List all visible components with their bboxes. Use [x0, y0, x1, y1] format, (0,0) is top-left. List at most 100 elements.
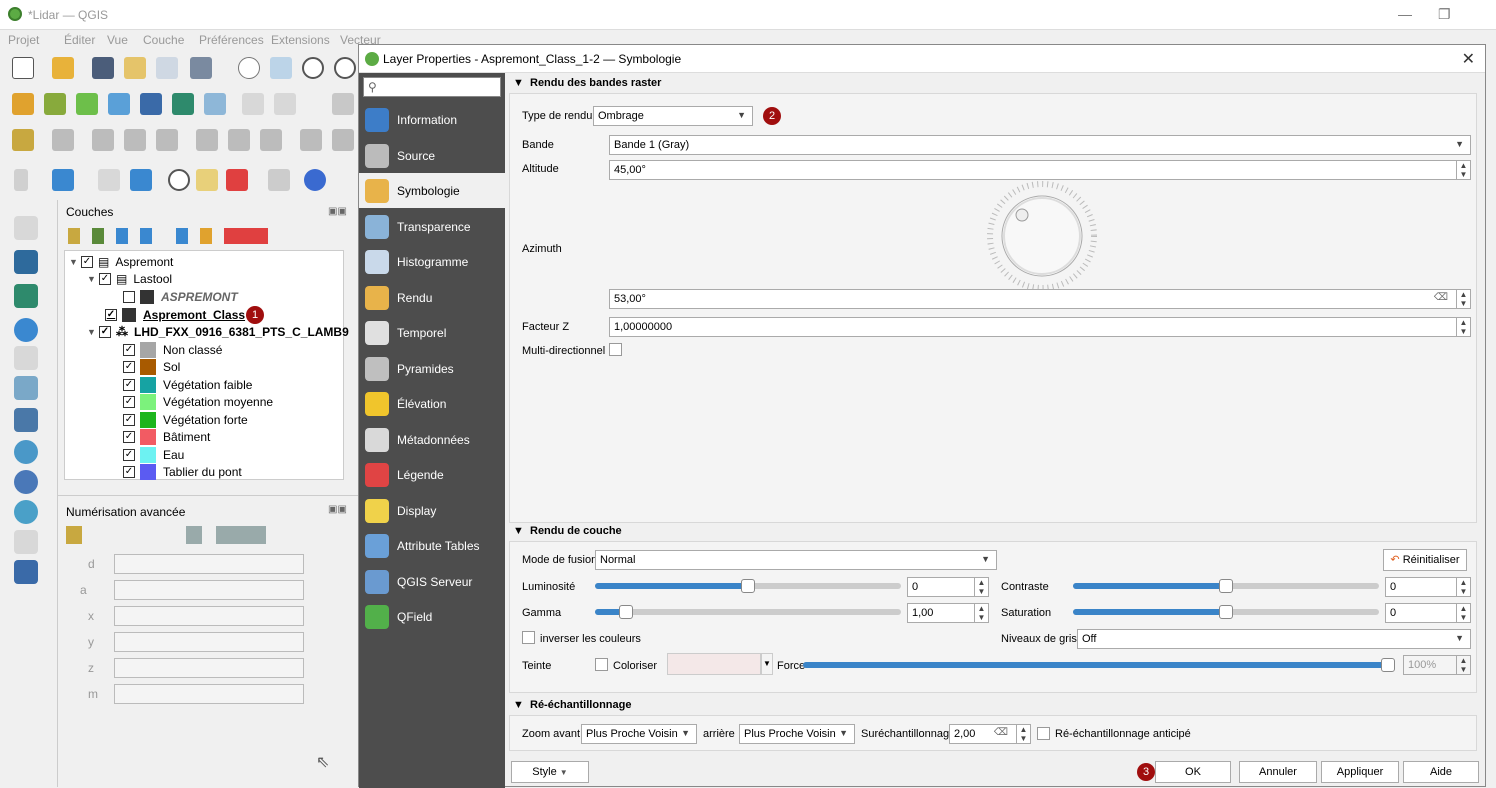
add-wcs-layer-icon[interactable] — [14, 500, 38, 524]
expand-arrow-icon[interactable]: ▼ — [87, 327, 99, 337]
maximize-icon[interactable]: ❐ — [1438, 6, 1451, 23]
search-icon[interactable] — [168, 169, 190, 191]
grayscale-select[interactable]: Off ▼ — [1077, 629, 1471, 649]
shape-tool-4-icon[interactable] — [196, 129, 218, 151]
digitize-ruler-icon[interactable] — [12, 129, 34, 151]
nav-search-input[interactable]: ⚲ — [363, 77, 501, 97]
force-spinbox[interactable]: 100% ▲ ▼ — [1403, 655, 1471, 675]
nav-item-l-gende[interactable]: Légende — [359, 457, 505, 492]
layout-manager-icon[interactable] — [156, 57, 178, 79]
add-vector-icon[interactable] — [44, 93, 66, 115]
new-project-icon[interactable] — [12, 57, 34, 79]
field-input[interactable] — [114, 632, 304, 652]
class-checkbox[interactable]: ✓ — [123, 360, 135, 373]
layer-checkbox[interactable]: ✓ — [99, 272, 111, 285]
layer-group-lastool[interactable]: ▼ ✓ ▤ Lastool — [87, 270, 172, 287]
colorize-color-button[interactable] — [667, 653, 761, 675]
new-polygon-icon[interactable] — [14, 376, 38, 400]
brightness-spinbox[interactable]: 0 ▲ ▼ — [907, 577, 989, 597]
add-wms-icon[interactable] — [204, 93, 226, 115]
text-cursor-icon[interactable] — [14, 169, 28, 191]
nav-item-qfield[interactable]: QField — [359, 599, 505, 634]
spin-arrows-icon[interactable]: ▲ ▼ — [1456, 604, 1470, 622]
field-input[interactable] — [114, 658, 304, 678]
menu-editer[interactable]: Éditer — [64, 33, 95, 47]
digitizing-toolbar[interactable] — [66, 526, 266, 544]
oversampling-spinbox[interactable]: 2,00 ⌫ ▲ ▼ — [949, 724, 1031, 744]
cancel-button[interactable]: Annuler — [1239, 761, 1317, 783]
new-mesh-icon[interactable] — [14, 284, 38, 308]
arrow-right-icon[interactable] — [130, 169, 152, 191]
layer-checkbox[interactable]: ✓ — [99, 325, 111, 338]
expand-arrow-icon[interactable]: ▼ — [87, 274, 99, 284]
digit-field-y[interactable]: y — [88, 632, 358, 652]
edit-icon[interactable] — [274, 93, 296, 115]
class-checkbox[interactable]: ✓ — [123, 378, 135, 391]
spin-arrows-icon[interactable]: ▲ ▼ — [974, 604, 988, 622]
zoom-in-select[interactable]: Plus Proche Voisin ▼ — [581, 724, 697, 744]
class-checkbox[interactable]: ✓ — [123, 448, 135, 461]
apply-button[interactable]: Appliquer — [1321, 761, 1399, 783]
spin-arrows-icon[interactable]: ▲ ▼ — [1456, 290, 1470, 308]
zoom-in-icon[interactable] — [302, 57, 324, 79]
minimize-icon[interactable]: — — [1398, 6, 1412, 22]
class-checkbox[interactable]: ✓ — [123, 395, 135, 408]
class-vegetation-moyenne[interactable]: ✓ Végétation moyenne — [123, 393, 273, 410]
style-menu-button[interactable]: Style ▼ — [511, 761, 589, 783]
pan-to-selection-icon[interactable] — [270, 57, 292, 79]
class-vegetation-faible[interactable]: ✓ Végétation faible — [123, 376, 252, 393]
menu-preferences[interactable]: Préférences — [199, 33, 264, 47]
new-vector-layer-icon[interactable] — [14, 216, 38, 240]
help-button[interactable]: Aide — [1403, 761, 1479, 783]
new-geometry-icon[interactable] — [14, 408, 38, 432]
pdf-icon[interactable] — [226, 169, 248, 191]
spin-arrows-icon[interactable]: ▲ ▼ — [974, 578, 988, 596]
shape-tool-2-icon[interactable] — [124, 129, 146, 151]
nav-item-information[interactable]: Information — [359, 102, 505, 137]
add-virtual-layer-icon[interactable] — [14, 530, 38, 554]
nav-item-histogramme[interactable]: Histogramme — [359, 244, 505, 279]
add-database-icon[interactable] — [140, 93, 162, 115]
class-tablier-du-pont[interactable]: ✓ Tablier du pont — [123, 463, 242, 480]
zoom-out-select[interactable]: Plus Proche Voisin ▼ — [739, 724, 855, 744]
layer-checkbox[interactable]: ✓ — [105, 308, 117, 321]
gamma-spinbox[interactable]: 1,00 ▲ ▼ — [907, 603, 989, 623]
class-checkbox[interactable]: ✓ — [123, 465, 135, 478]
layer-checkbox[interactable] — [123, 290, 135, 303]
layer-pointcloud[interactable]: ▼ ✓ ⁂ LHD_FXX_0916_6381_PTS_C_LAMB9 — [87, 323, 349, 340]
ok-button[interactable]: OK — [1155, 761, 1231, 783]
panel-close-icon[interactable]: ▣▣ — [328, 206, 347, 217]
slider-knob[interactable] — [618, 605, 633, 619]
contrast-slider[interactable] — [1073, 579, 1379, 593]
new-print-layout-icon[interactable] — [124, 57, 146, 79]
slider-knob[interactable] — [1219, 605, 1233, 619]
early-resampling-checkbox[interactable] — [1037, 727, 1050, 740]
digit-field-m[interactable]: m — [88, 684, 358, 704]
digit-field-a[interactable]: a — [80, 580, 358, 600]
add-wms-layer-icon[interactable] — [14, 440, 38, 464]
identify-icon[interactable] — [196, 169, 218, 191]
class-sol[interactable]: ✓ Sol — [123, 358, 180, 375]
layer-group-aspremont[interactable]: ▼ ✓ ▤ Aspremont — [69, 253, 173, 270]
open-project-icon[interactable] — [52, 57, 74, 79]
menu-vue[interactable]: Vue — [107, 33, 128, 47]
nav-item-qgis-serveur[interactable]: QGIS Serveur — [359, 564, 505, 599]
layer-aspremont-raster[interactable]: ASPREMONT — [123, 288, 238, 305]
reset-button[interactable]: ↶ Réinitialiser — [1383, 549, 1467, 571]
class-checkbox[interactable]: ✓ — [123, 430, 135, 443]
colorize-checkbox[interactable] — [595, 658, 608, 671]
spin-arrows-icon[interactable]: ▲ ▼ — [1456, 161, 1470, 179]
zoom-out-icon[interactable] — [334, 57, 356, 79]
pan-icon[interactable] — [238, 57, 260, 79]
shape-tool-6-icon[interactable] — [260, 129, 282, 151]
nav-item-m-tadonn-es[interactable]: Métadonnées — [359, 422, 505, 457]
class-checkbox[interactable]: ✓ — [123, 343, 135, 356]
field-input[interactable] — [114, 684, 304, 704]
slider-knob[interactable] — [1381, 658, 1395, 672]
class-batiment[interactable]: ✓ Bâtiment — [123, 428, 210, 445]
add-delimited-text-icon[interactable] — [76, 93, 98, 115]
slider-knob[interactable] — [741, 579, 755, 593]
processing-icon[interactable] — [52, 169, 74, 191]
nav-item-attribute-tables[interactable]: Attribute Tables — [359, 528, 505, 563]
blend-mode-select[interactable]: Normal ▼ — [595, 550, 997, 570]
